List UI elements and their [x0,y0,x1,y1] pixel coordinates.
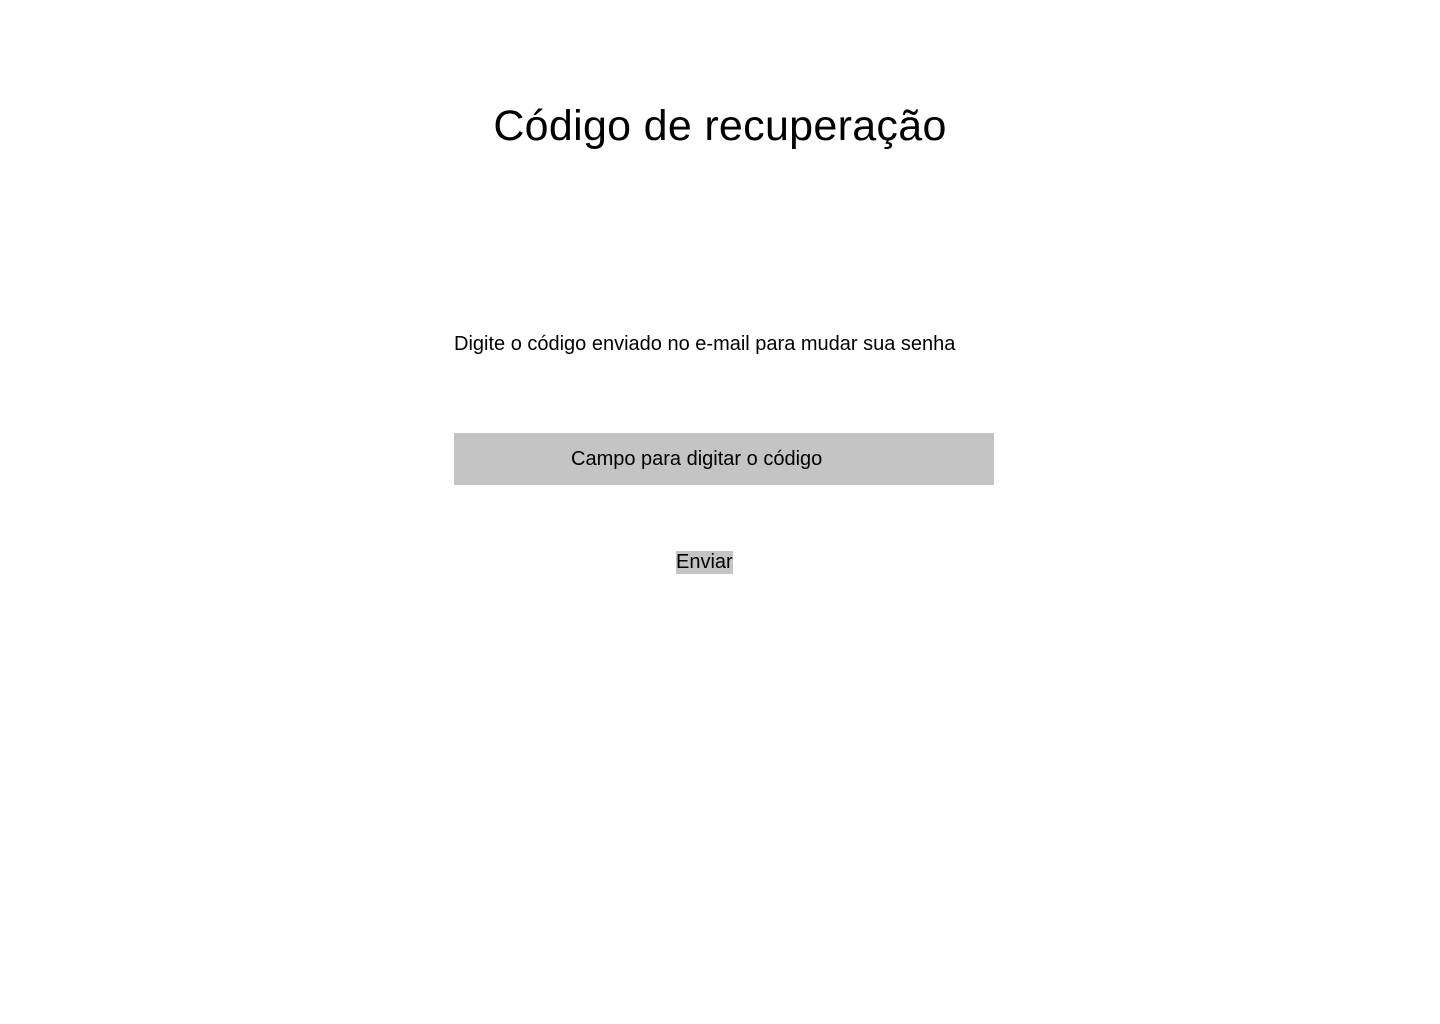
page-title: Código de recuperação [493,102,947,150]
submit-button[interactable]: Enviar [676,551,733,574]
recovery-code-input[interactable] [454,433,994,485]
instruction-text: Digite o código enviado no e-mail para m… [454,333,956,355]
